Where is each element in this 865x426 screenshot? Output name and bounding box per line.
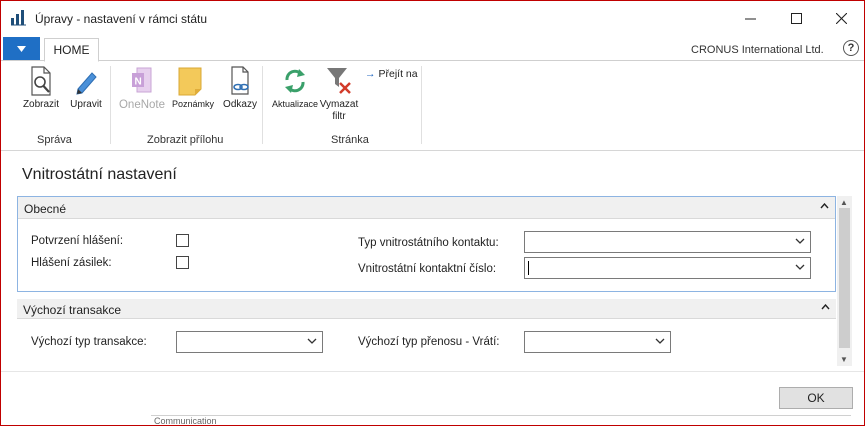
clear-filter-icon: [327, 68, 351, 94]
fasttab-transakce-title: Výchozí transakce: [23, 303, 122, 317]
poznamky-label: Poznámky: [172, 99, 215, 109]
onenote-icon: N: [132, 67, 152, 93]
aktualizace-button[interactable]: Aktualizace: [272, 65, 318, 109]
group-separator: [262, 66, 263, 144]
prejit-na-label: Přejít na: [378, 68, 418, 80]
chevron-down-icon: [795, 238, 805, 244]
fasttab-general-header[interactable]: Obecné: [18, 197, 835, 219]
hlaseni-zasilek-checkbox[interactable]: [176, 256, 189, 269]
view-icon: [31, 66, 51, 96]
vymazat-filtr-label-line1: Vymazat: [319, 99, 359, 110]
window-title: Úpravy - nastavení v rámci státu: [35, 12, 208, 26]
application-menu-button[interactable]: [3, 37, 40, 60]
scrollbar-thumb[interactable]: [839, 208, 850, 348]
typ-kontaktu-dropdown[interactable]: [524, 231, 811, 253]
maximize-icon: [790, 12, 802, 24]
help-button[interactable]: ?: [843, 40, 859, 56]
footer-divider: [1, 371, 864, 372]
kontaktni-cislo-dropdown[interactable]: [524, 257, 811, 279]
group-separator: [110, 66, 111, 144]
fasttab-general-title: Obecné: [24, 202, 67, 216]
upravit-label: Upravit: [70, 99, 102, 110]
dialog-window: Úpravy - nastavení v rámci státu HOME CR…: [0, 0, 865, 426]
ok-button[interactable]: OK: [779, 387, 853, 409]
typ-prenosu-vrati-dropdown[interactable]: [524, 331, 671, 353]
refresh-icon: [285, 69, 305, 93]
link-icon: [231, 66, 249, 95]
ribbon-tab-row: HOME CRONUS International Ltd. ?: [1, 35, 864, 62]
maximize-button[interactable]: [773, 1, 819, 35]
close-icon: [835, 12, 847, 24]
kontaktni-cislo-label: Vnitrostátní kontaktní číslo:: [358, 263, 497, 275]
fasttab-transakce-header[interactable]: Výchozí transakce: [17, 299, 836, 319]
ribbon: Zobrazit Upravit Správa N OneNote Poznám…: [1, 61, 864, 151]
prejit-na-button[interactable]: → Přejít na: [365, 68, 418, 80]
odkazy-label: Odkazy: [223, 99, 257, 110]
svg-text:N: N: [135, 77, 142, 88]
group-label-stranka: Stránka: [331, 134, 369, 146]
close-button[interactable]: [818, 1, 864, 35]
poznamky-button[interactable]: Poznámky: [172, 65, 215, 109]
typ-prenosu-vrati-label: Výchozí typ přenosu - Vrátí:: [358, 336, 500, 348]
tab-home[interactable]: HOME: [44, 38, 99, 62]
zobrazit-label: Zobrazit: [22, 99, 60, 110]
chevron-down-icon: [655, 338, 665, 344]
group-label-sprava: Správa: [37, 134, 72, 146]
text-cursor: [528, 261, 529, 275]
scroll-up-icon[interactable]: ▲: [840, 198, 848, 207]
upravit-button[interactable]: Upravit: [65, 65, 107, 110]
zobrazit-button[interactable]: Zobrazit: [19, 65, 63, 110]
page-title: Vnitrostátní nastavení: [22, 166, 177, 183]
typ-transakce-label: Výchozí typ transakce:: [31, 336, 147, 348]
scroll-down-icon[interactable]: ▼: [840, 355, 848, 364]
app-icon: [11, 10, 26, 26]
aktualizace-label: Aktualizace: [272, 99, 319, 109]
vymazat-filtr-label: Vymazat filtr: [319, 99, 359, 123]
chevron-down-icon: [307, 338, 317, 344]
odkazy-button[interactable]: Odkazy: [221, 65, 259, 110]
vymazat-filtr-button[interactable]: Vymazat filtr: [319, 65, 359, 123]
arrow-right-icon: →: [365, 68, 376, 80]
vertical-scrollbar[interactable]: ▲ ▼: [837, 196, 852, 366]
typ-kontaktu-label: Typ vnitrostátního kontaktu:: [358, 237, 499, 249]
note-icon: [178, 67, 202, 96]
minimize-icon: [744, 18, 756, 19]
typ-transakce-dropdown[interactable]: [176, 331, 323, 353]
potvrzeni-label: Potvrzení hlášení:: [31, 235, 124, 247]
hlaseni-zasilek-label: Hlášení zásilek:: [31, 257, 112, 269]
triangle-down-icon: [17, 45, 26, 52]
chevron-up-icon[interactable]: [820, 200, 829, 212]
pencil-icon: [76, 72, 97, 95]
potvrzeni-checkbox[interactable]: [176, 234, 189, 247]
background-window-strip: Communication: [151, 415, 851, 426]
chevron-up-icon[interactable]: [821, 301, 830, 313]
title-bar: Úpravy - nastavení v rámci státu: [1, 1, 864, 35]
vymazat-filtr-label-line2: filtr: [332, 111, 346, 122]
minimize-button[interactable]: [727, 1, 773, 35]
onenote-button[interactable]: N OneNote: [114, 65, 170, 111]
company-name: CRONUS International Ltd.: [691, 44, 824, 56]
chevron-down-icon: [795, 264, 805, 270]
group-label-priloha: Zobrazit přílohu: [147, 134, 224, 146]
group-separator: [421, 66, 422, 144]
onenote-label: OneNote: [118, 99, 166, 111]
